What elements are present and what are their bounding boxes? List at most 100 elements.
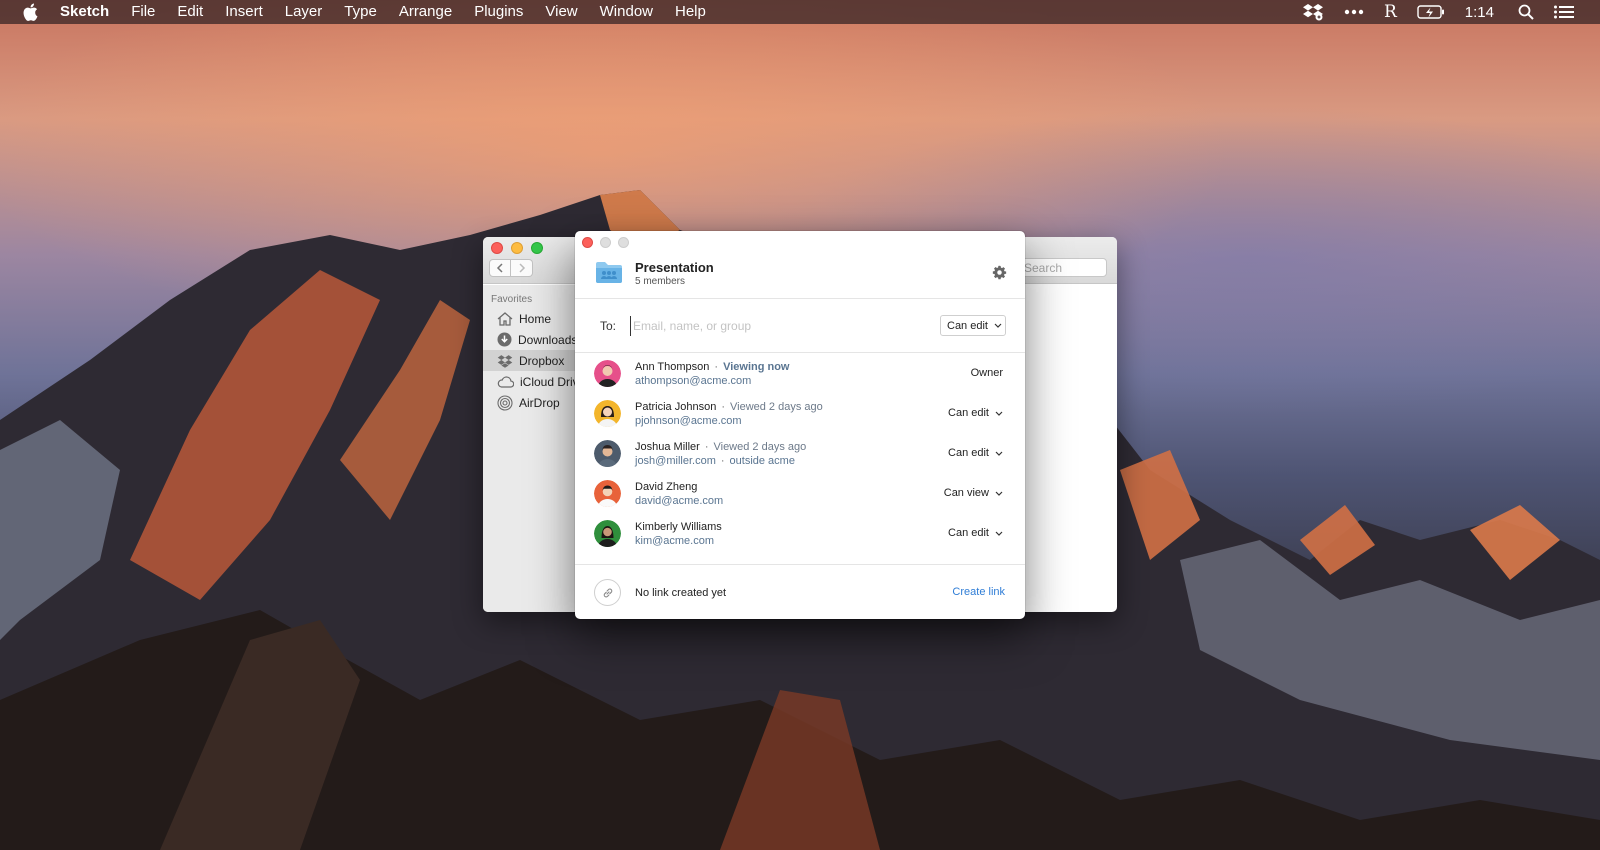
- dialog-header: Presentation 5 members: [575, 231, 1025, 299]
- chevron-down-icon: [995, 451, 1003, 456]
- member-name-line: Patricia Johnson · Viewed 2 days ago: [635, 401, 823, 413]
- menu-arrange[interactable]: Arrange: [388, 0, 463, 24]
- notification-center-icon[interactable]: [1554, 5, 1574, 19]
- airdrop-icon: [497, 394, 513, 411]
- dialog-window-controls: [582, 237, 629, 248]
- finder-nav-buttons: [489, 259, 533, 277]
- member-role-label: Can edit: [948, 447, 989, 459]
- dialog-zoom-button: [618, 237, 629, 248]
- finder-zoom-button[interactable]: [531, 242, 543, 254]
- menu-file[interactable]: File: [120, 0, 166, 24]
- member-role-dropdown[interactable]: Can edit: [948, 527, 1003, 539]
- avatar: [594, 520, 621, 547]
- invite-permission-dropdown[interactable]: Can edit: [940, 315, 1006, 336]
- finder-minimize-button[interactable]: [511, 242, 523, 254]
- menu-view[interactable]: View: [534, 0, 588, 24]
- more-icon[interactable]: [1344, 9, 1364, 15]
- menu-layer[interactable]: Layer: [274, 0, 334, 24]
- gear-icon[interactable]: [992, 265, 1007, 280]
- finder-search-field[interactable]: Search: [1015, 258, 1107, 277]
- sidebar-item-downloads[interactable]: Downloads: [483, 329, 583, 350]
- share-dialog: Presentation 5 members To: Can edit Ann …: [575, 231, 1025, 619]
- menu-insert[interactable]: Insert: [214, 0, 274, 24]
- member-role-dropdown[interactable]: Can view: [944, 487, 1003, 499]
- sidebar-item-home[interactable]: Home: [483, 308, 583, 329]
- sidebar-item-icloud-drive[interactable]: iCloud Drive: [483, 371, 585, 392]
- link-icon: [594, 579, 621, 606]
- chevron-right-icon: [518, 263, 525, 273]
- chevron-down-icon: [995, 531, 1003, 536]
- avatar: [594, 400, 621, 427]
- sidebar-item-label: Dropbox: [519, 353, 565, 368]
- member-role-label: Can edit: [948, 527, 989, 539]
- dialog-close-button[interactable]: [582, 237, 593, 248]
- menu-clock[interactable]: 1:14: [1465, 4, 1494, 21]
- avatar: [594, 360, 621, 387]
- finder-close-button[interactable]: [491, 242, 503, 254]
- forward-button[interactable]: [511, 259, 533, 277]
- member-role-dropdown[interactable]: Can edit: [948, 407, 1003, 419]
- menu-bar: Sketch File Edit Insert Layer Type Arran…: [0, 0, 1600, 24]
- member-name: Patricia Johnson: [635, 401, 717, 413]
- member-name-line: David Zheng: [635, 481, 697, 493]
- member-role-dropdown[interactable]: Can edit: [948, 447, 1003, 459]
- member-row: David Zheng david@acme.com Can view: [575, 474, 1025, 514]
- spotlight-search-icon[interactable]: [1518, 4, 1534, 20]
- member-count: 5 members: [635, 276, 686, 287]
- dropbox-tray-icon[interactable]: [1302, 3, 1324, 21]
- battery-icon[interactable]: [1417, 5, 1445, 19]
- shared-folder-icon: [596, 262, 622, 283]
- separator-dot: ·: [720, 455, 725, 467]
- back-button[interactable]: [489, 259, 511, 277]
- member-name-line: Ann Thompson · Viewing now: [635, 361, 790, 373]
- member-name: Kimberly Williams: [635, 521, 722, 533]
- r-app-icon[interactable]: R: [1384, 2, 1397, 22]
- menu-window[interactable]: Window: [589, 0, 664, 24]
- member-name: Ann Thompson: [635, 361, 710, 373]
- chevron-left-icon: [496, 263, 503, 273]
- home-icon: [497, 311, 513, 326]
- member-row: Kimberly Williams kim@acme.com Can edit: [575, 514, 1025, 554]
- sidebar-item-label: Downloads: [518, 332, 578, 347]
- separator-dot: ·: [714, 361, 719, 373]
- menu-type[interactable]: Type: [333, 0, 388, 24]
- invite-input[interactable]: [630, 316, 910, 336]
- download-icon: [497, 332, 512, 347]
- finder-window-controls: [491, 242, 543, 254]
- link-status: No link created yet: [635, 587, 727, 599]
- avatar-icon: [594, 480, 621, 507]
- member-email-line: josh@miller.com · outside acme: [635, 455, 795, 467]
- member-role-label: Owner: [970, 367, 1003, 379]
- member-email: david@acme.com: [635, 495, 724, 507]
- member-name-line: Joshua Miller · Viewed 2 days ago: [635, 441, 806, 453]
- member-row: Joshua Miller · Viewed 2 days ago josh@mil…: [575, 434, 1025, 474]
- to-label: To:: [600, 319, 617, 333]
- chevron-down-icon: [995, 411, 1003, 416]
- sidebar-item-label: AirDrop: [519, 395, 560, 410]
- finder-sidebar: Favorites Home Downloads Dropbox iCloud …: [483, 285, 585, 612]
- member-row: Ann Thompson · Viewing now athompson@acme.…: [575, 354, 1025, 394]
- member-status: Viewed 2 days ago: [730, 401, 823, 413]
- member-name: Joshua Miller: [635, 441, 700, 453]
- dialog-minimize-button: [600, 237, 611, 248]
- create-link-button[interactable]: Create link: [952, 586, 1005, 598]
- menu-edit[interactable]: Edit: [166, 0, 214, 24]
- share-link-row: No link created yet Create link: [575, 564, 1025, 619]
- member-role: Owner: [971, 367, 1003, 379]
- sidebar-item-dropbox[interactable]: Dropbox: [483, 350, 583, 371]
- menu-app-sketch[interactable]: Sketch: [54, 0, 120, 24]
- invite-permission-value: Can edit: [947, 319, 988, 332]
- member-email: josh@miller.com: [635, 455, 716, 467]
- apple-icon[interactable]: [22, 3, 42, 21]
- avatar: [594, 440, 621, 467]
- menu-plugins[interactable]: Plugins: [463, 0, 534, 24]
- avatar: [594, 480, 621, 507]
- chevron-down-icon: [994, 323, 1002, 328]
- menu-help[interactable]: Help: [664, 0, 717, 24]
- member-email: athompson@acme.com: [635, 375, 752, 387]
- sidebar-item-airdrop[interactable]: AirDrop: [483, 392, 583, 413]
- dropbox-icon: [497, 354, 513, 368]
- member-name: David Zheng: [635, 481, 698, 493]
- avatar-icon: [594, 520, 621, 547]
- member-external-badge: outside acme: [729, 455, 795, 467]
